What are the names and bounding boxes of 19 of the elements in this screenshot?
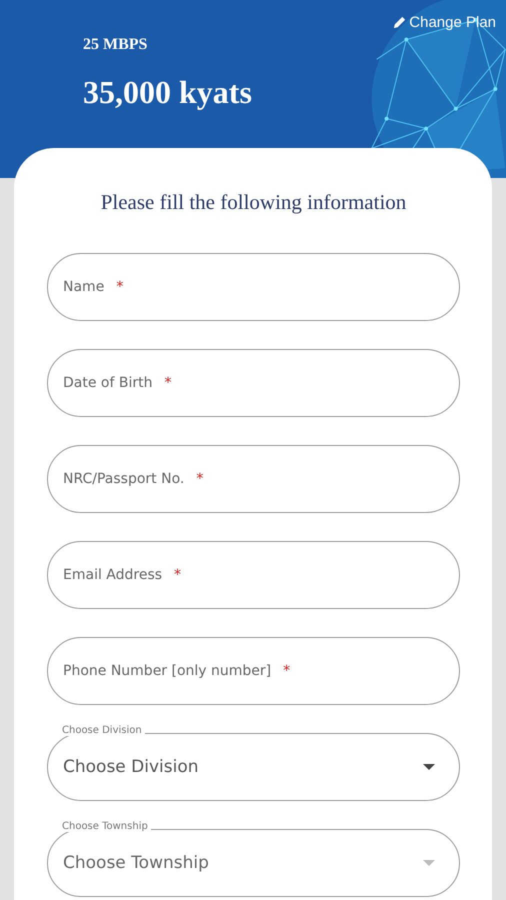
- caret-icon: [423, 860, 435, 866]
- input-field[interactable]: Date of Birth *: [47, 349, 460, 417]
- form-title: Please fill the following information: [100, 190, 408, 215]
- dropdown-value: Choose Township: [63, 853, 209, 873]
- required-mark: *: [164, 375, 172, 391]
- required-mark: *: [174, 567, 182, 583]
- input-field[interactable]: NRC/Passport No. *: [47, 445, 460, 513]
- input-field[interactable]: Email Address *: [47, 541, 460, 609]
- caret-icon: [423, 764, 435, 770]
- required-mark: *: [283, 663, 290, 679]
- required-mark: *: [116, 279, 124, 295]
- dropdown-value: Choose Division: [63, 757, 199, 777]
- change-plan-link[interactable]: Change Plan: [392, 14, 496, 31]
- plan-price: 35,000 kyats: [83, 74, 253, 111]
- pencil-icon: [392, 15, 408, 30]
- plan-speed: 25 MBPS: [83, 36, 148, 54]
- input-field[interactable]: Name *: [47, 253, 460, 321]
- required-mark: *: [196, 471, 204, 487]
- input-field[interactable]: Phone Number [only number] *: [47, 637, 460, 705]
